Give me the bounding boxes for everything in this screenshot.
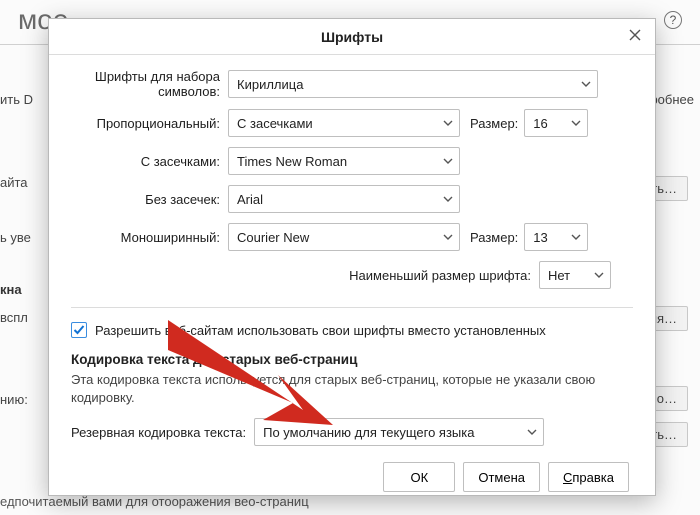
sans-label: Без засечек: [71, 192, 228, 207]
allow-site-fonts-label: Разрешить веб-сайтам использовать свои ш… [95, 323, 546, 338]
chevron-down-icon [571, 232, 581, 242]
mono-size-select[interactable]: 13 [524, 223, 588, 251]
chevron-down-icon [443, 156, 453, 166]
encoding-select[interactable]: По умолчанию для текущего языка [254, 418, 544, 446]
sans-value: Arial [237, 192, 263, 207]
mono-size-value: 13 [533, 230, 547, 245]
cancel-button[interactable]: Отмена [463, 462, 540, 492]
chevron-down-icon [443, 118, 453, 128]
encoding-description: Эта кодировка текста используется для ст… [71, 371, 633, 406]
serif-label: С засечками: [71, 154, 228, 169]
bg-text-prompts: нию: [0, 392, 28, 407]
min-size-label: Наименьший размер шрифта: [349, 268, 539, 283]
size-label-2: Размер: [460, 230, 524, 245]
proportional-size-select[interactable]: 16 [524, 109, 588, 137]
min-size-value: Нет [548, 268, 570, 283]
mono-value: Courier New [237, 230, 309, 245]
fonts-dialog: Шрифты Шрифты для набора символов: Кирил… [48, 18, 656, 496]
proportional-select[interactable]: С засечками [228, 109, 460, 137]
encoding-heading: Кодировка текста для старых веб-страниц [71, 352, 633, 367]
proportional-size-value: 16 [533, 116, 547, 131]
encoding-label: Резервная кодировка текста: [71, 425, 254, 440]
dialog-title: Шрифты [321, 29, 383, 45]
bg-text-site: айта [0, 175, 28, 190]
close-icon[interactable] [627, 27, 645, 45]
chevron-down-icon [443, 232, 453, 242]
divider [71, 307, 633, 308]
charset-value: Кириллица [237, 77, 303, 92]
chevron-down-icon [571, 118, 581, 128]
charset-label: Шрифты для набора символов: [71, 69, 228, 99]
charset-select[interactable]: Кириллица [228, 70, 598, 98]
mono-select[interactable]: Courier New [228, 223, 460, 251]
size-label-1: Размер: [460, 116, 524, 131]
bg-text-popup: вспл [0, 310, 28, 325]
chevron-down-icon [527, 427, 537, 437]
bg-text-dnt: ить D [0, 92, 33, 107]
bg-text-window: кна [0, 282, 22, 297]
help-button[interactable]: Справка [548, 462, 629, 492]
dialog-titlebar: Шрифты [49, 19, 655, 55]
serif-value: Times New Roman [237, 154, 347, 169]
mono-label: Моноширинный: [71, 230, 228, 245]
chevron-down-icon [443, 194, 453, 204]
bg-text-trust: ь уве [0, 230, 31, 245]
min-size-select[interactable]: Нет [539, 261, 611, 289]
chevron-down-icon [581, 79, 591, 89]
chevron-down-icon [594, 270, 604, 280]
help-icon[interactable]: ? [664, 11, 682, 29]
proportional-value: С засечками [237, 116, 313, 131]
ok-button[interactable]: ОК [383, 462, 455, 492]
bg-bottom-text: едпочитаемый вами для отооражения вео-ст… [0, 494, 309, 509]
proportional-label: Пропорциональный: [71, 116, 228, 131]
allow-site-fonts-checkbox[interactable] [71, 322, 87, 338]
serif-select[interactable]: Times New Roman [228, 147, 460, 175]
sans-select[interactable]: Arial [228, 185, 460, 213]
encoding-value: По умолчанию для текущего языка [263, 425, 474, 440]
